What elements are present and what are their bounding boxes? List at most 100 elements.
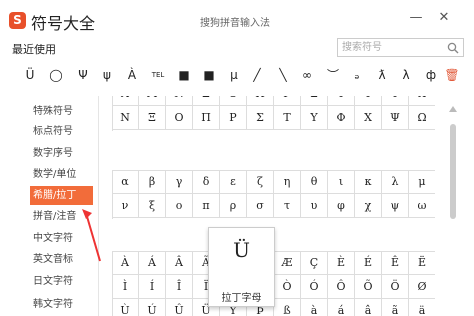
symbol-cell[interactable]: π [193,194,220,218]
symbol-cell[interactable]: λ [382,170,409,194]
recent-symbol[interactable]: λ [394,62,418,88]
symbol-cell[interactable]: β [139,170,166,194]
symbol-cell[interactable]: ã [382,299,409,316]
scroll-thumb[interactable] [450,124,456,219]
symbol-cell[interactable]: Ξ [193,96,220,106]
recent-symbol[interactable]: ╱ [245,62,269,88]
symbol-cell[interactable]: Φ [328,106,355,130]
recent-symbol[interactable]: À [120,62,144,88]
symbol-cell[interactable]: Ν [112,106,139,130]
symbol-cell[interactable]: Ω [409,106,435,130]
recent-symbol[interactable]: ƛ [370,62,394,88]
symbol-cell[interactable]: Â [166,251,193,275]
symbol-cell[interactable]: Ö [382,275,409,299]
symbol-cell[interactable]: Σ [301,96,328,106]
recent-symbol[interactable]: ╲ [271,62,295,88]
symbol-cell[interactable]: μ [409,170,435,194]
recent-symbol[interactable]: ∞ [295,62,319,88]
symbol-cell[interactable]: Χ [409,96,435,106]
symbol-cell[interactable]: Û [166,299,193,316]
symbol-cell[interactable]: Í [139,275,166,299]
recent-symbol[interactable]: ₔ [345,62,369,88]
symbol-cell[interactable]: Á [139,251,166,275]
search-icon[interactable] [447,42,459,54]
recent-symbol[interactable]: TEL [146,62,170,88]
scrollbar[interactable] [444,96,474,316]
symbol-cell[interactable]: Ê [382,251,409,275]
symbol-cell[interactable]: Ì [112,275,139,299]
sidebar-item[interactable]: 日文字符 [30,272,94,291]
symbol-cell[interactable]: σ [247,194,274,218]
symbol-cell[interactable]: ψ [382,194,409,218]
search-input[interactable] [342,40,446,55]
symbol-cell[interactable]: τ [274,194,301,218]
scroll-up-icon[interactable] [448,104,458,114]
symbol-cell[interactable]: Ξ [139,106,166,130]
symbol-cell[interactable]: ε [220,170,247,194]
symbol-cell[interactable]: Μ [139,96,166,106]
symbol-cell[interactable]: Σ [247,106,274,130]
sidebar-item[interactable]: 希腊/拉丁 [30,186,93,205]
symbol-cell[interactable]: ω [409,194,435,218]
symbol-cell[interactable]: Î [166,275,193,299]
sidebar-item[interactable]: 数学/单位 [30,165,94,184]
symbol-cell[interactable]: Ú [139,299,166,316]
symbol-cell[interactable]: γ [166,170,193,194]
symbol-cell[interactable]: Φ [382,96,409,106]
sidebar-item[interactable]: 特殊符号 [30,102,94,121]
recent-symbol[interactable]: ■ [197,62,221,88]
symbol-cell[interactable]: η [274,170,301,194]
symbol-cell[interactable]: Π [247,96,274,106]
symbol-cell[interactable]: Ò [274,275,301,299]
symbol-cell[interactable]: È [328,251,355,275]
sidebar-item[interactable]: 数字序号 [30,144,94,163]
search-box[interactable] [337,38,464,57]
symbol-cell[interactable]: ξ [139,194,166,218]
symbol-cell[interactable]: à [301,299,328,316]
symbol-cell[interactable]: Υ [355,96,382,106]
symbol-cell[interactable]: α [112,170,139,194]
sidebar-item[interactable]: 标点符号 [30,122,94,141]
symbol-cell[interactable]: Ó [301,275,328,299]
recent-symbol[interactable]: ■ [172,62,196,88]
symbol-cell[interactable]: Ο [220,96,247,106]
symbol-cell[interactable]: ο [166,194,193,218]
symbol-cell[interactable]: ρ [220,194,247,218]
symbol-cell[interactable]: φ [328,194,355,218]
symbol-cell[interactable]: ν [112,194,139,218]
symbol-cell[interactable]: Ρ [274,96,301,106]
symbol-cell[interactable]: Ø [409,275,435,299]
symbol-cell[interactable]: Ψ [382,106,409,130]
symbol-cell[interactable]: Ρ [220,106,247,130]
symbol-cell[interactable]: Υ [301,106,328,130]
symbol-cell[interactable]: Ù [112,299,139,316]
symbol-cell[interactable]: É [355,251,382,275]
symbol-cell[interactable]: Λ [112,96,139,106]
symbol-cell[interactable]: Ν [166,96,193,106]
symbol-cell[interactable]: χ [355,194,382,218]
symbol-cell[interactable]: Æ [274,251,301,275]
symbol-cell[interactable]: ä [409,299,435,316]
symbol-cell[interactable]: Ç [301,251,328,275]
recent-symbol[interactable]: Ψ [71,62,95,88]
symbol-cell[interactable]: υ [301,194,328,218]
symbol-cell[interactable]: κ [355,170,382,194]
recent-symbol[interactable]: μ [222,62,246,88]
symbol-cell[interactable]: ζ [247,170,274,194]
symbol-cell[interactable]: â [355,299,382,316]
recent-symbol[interactable]: Ü [18,62,42,88]
symbol-cell[interactable]: θ [301,170,328,194]
symbol-cell[interactable]: á [328,299,355,316]
recent-symbol[interactable]: ◯ [44,62,68,88]
symbol-cell[interactable]: ι [328,170,355,194]
symbol-cell[interactable]: Τ [274,106,301,130]
recent-symbol[interactable]: ψ [95,62,119,88]
symbol-cell[interactable]: δ [193,170,220,194]
symbol-cell[interactable]: Õ [355,275,382,299]
symbol-cell[interactable]: Ô [328,275,355,299]
minimize-button[interactable]: — [408,10,424,26]
symbol-cell[interactable]: Χ [355,106,382,130]
symbol-cell[interactable]: Ο [166,106,193,130]
recent-symbol[interactable]: ︶ [321,62,345,88]
trash-icon[interactable]: 🗑 [440,62,464,88]
